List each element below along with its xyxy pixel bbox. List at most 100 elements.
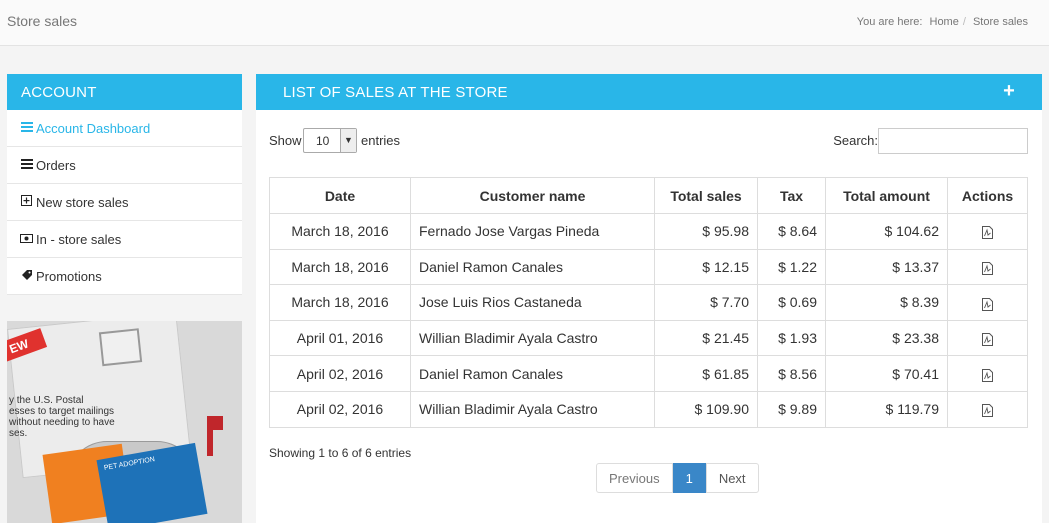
pdf-icon[interactable] — [982, 402, 993, 418]
cell-date: April 02, 2016 — [269, 355, 411, 392]
pdf-icon[interactable] — [982, 224, 993, 240]
table-row: March 18, 2016 Jose Luis Rios Castaneda … — [269, 284, 1028, 321]
cell-total-sales: $ 7.70 — [654, 284, 758, 321]
pdf-icon[interactable] — [982, 295, 993, 311]
table-header-row: Date Customer name Total sales Tax Total… — [269, 177, 1028, 214]
cell-total-amount: $ 70.41 — [825, 355, 948, 392]
sidebar-item-orders[interactable]: Orders — [7, 147, 242, 184]
column-header-tax[interactable]: Tax — [757, 177, 826, 214]
breadcrumb-prefix: You are here: — [856, 16, 923, 28]
cell-total-amount: $ 23.38 — [825, 319, 948, 357]
table-row: March 18, 2016 Fernado Jose Vargas Pined… — [269, 213, 1028, 250]
cell-total-sales: $ 21.45 — [654, 319, 758, 357]
cell-total-amount: $ 104.62 — [825, 213, 948, 250]
cell-date: April 01, 2016 — [269, 319, 411, 357]
column-header-total-amount[interactable]: Total amount — [825, 177, 948, 214]
next-page-button[interactable]: Next — [705, 463, 759, 493]
sidebar-item-account-dashboard[interactable]: Account Dashboard — [7, 110, 242, 147]
sales-list-panel: LIST OF SALES AT THE STORE + Show 10 ▼ e… — [256, 74, 1042, 523]
sidebar-item-label: In - store sales — [36, 231, 122, 247]
column-header-actions: Actions — [947, 177, 1028, 214]
column-header-total-sales[interactable]: Total sales — [654, 177, 758, 214]
cell-actions — [947, 213, 1028, 250]
table-info: Showing 1 to 6 of 6 entries — [269, 446, 412, 460]
pagination: Previous 1 Next — [596, 463, 759, 493]
table-body: March 18, 2016 Fernado Jose Vargas Pined… — [269, 213, 1028, 428]
cell-customer: Daniel Ramon Canales — [410, 248, 655, 286]
sidebar-item-label: Promotions — [36, 268, 102, 284]
breadcrumb-home-link[interactable]: Home — [930, 16, 959, 28]
top-bar: Store sales You are here: Home / Store sa… — [0, 0, 1049, 46]
table-controls: Show 10 ▼ entries Search: — [269, 128, 1028, 154]
entries-label: entries — [361, 133, 401, 148]
tag-icon — [20, 269, 33, 284]
sidebar-item-in-store-sales[interactable]: In - store sales — [7, 221, 242, 258]
page-1-button[interactable]: 1 — [672, 463, 706, 493]
promo-text: y the U.S. Postal esses to target mailin… — [9, 395, 115, 439]
list-icon — [20, 158, 33, 172]
sidebar-item-new-store-sales[interactable]: New store sales — [7, 184, 242, 221]
table-row: April 01, 2016 Willian Bladimir Ayala Ca… — [269, 319, 1028, 357]
search-input[interactable] — [878, 128, 1028, 154]
cell-total-sales: $ 95.98 — [654, 213, 758, 250]
cell-customer: Willian Bladimir Ayala Castro — [410, 390, 655, 428]
cell-date: March 18, 2016 — [269, 213, 411, 250]
page-title: Store sales — [7, 13, 78, 29]
sidebar-heading: ACCOUNT — [7, 74, 242, 110]
cell-date: March 18, 2016 — [269, 248, 411, 286]
cell-tax: $ 1.22 — [757, 248, 826, 286]
cell-actions — [947, 284, 1028, 321]
panel-heading: LIST OF SALES AT THE STORE + — [256, 74, 1042, 110]
table-row: April 02, 2016 Willian Bladimir Ayala Ca… — [269, 390, 1028, 428]
plus-icon[interactable]: + — [1003, 81, 1015, 101]
page-length-select[interactable]: 10 ▼ — [303, 128, 357, 153]
account-sidebar: ACCOUNT Account Dashboard Orders New sto… — [7, 74, 242, 295]
promo-banner-image[interactable]: EW y the U.S. Postal esses to target mai… — [7, 321, 242, 523]
cell-total-amount: $ 8.39 — [825, 284, 948, 321]
mailbox-flag-top-graphic — [207, 416, 223, 430]
page-length-value: 10 — [316, 134, 330, 148]
cell-tax: $ 1.93 — [757, 319, 826, 357]
cell-total-amount: $ 119.79 — [825, 390, 948, 428]
plus-square-icon — [20, 195, 33, 209]
table-row: March 18, 2016 Daniel Ramon Canales $ 12… — [269, 248, 1028, 286]
sidebar-item-label: Orders — [36, 157, 76, 173]
cell-actions — [947, 390, 1028, 428]
cell-customer: Jose Luis Rios Castaneda — [410, 284, 655, 321]
cell-customer: Willian Bladimir Ayala Castro — [410, 319, 655, 357]
sidebar-item-label: New store sales — [36, 194, 129, 210]
breadcrumb: You are here: Home / Store sales — [853, 16, 1028, 28]
chevron-down-icon: ▼ — [340, 129, 356, 152]
cell-total-sales: $ 61.85 — [654, 355, 758, 392]
sales-table: Date Customer name Total sales Tax Total… — [269, 177, 1028, 428]
magazine-text: PET ADOPTION — [103, 456, 156, 472]
cell-date: March 18, 2016 — [269, 284, 411, 321]
sidebar-item-label: Account Dashboard — [36, 120, 151, 136]
cell-customer: Daniel Ramon Canales — [410, 355, 655, 392]
previous-page-button[interactable]: Previous — [596, 463, 673, 493]
cell-actions — [947, 319, 1028, 357]
panel-title: LIST OF SALES AT THE STORE — [283, 84, 508, 101]
cell-tax: $ 8.64 — [757, 213, 826, 250]
breadcrumb-current: Store sales — [972, 16, 1028, 28]
sidebar-item-promotions[interactable]: Promotions — [7, 258, 242, 295]
cell-total-amount: $ 13.37 — [825, 248, 948, 286]
pdf-icon[interactable] — [982, 367, 993, 382]
column-header-date[interactable]: Date — [269, 177, 411, 214]
cell-date: April 02, 2016 — [269, 390, 411, 428]
cell-total-sales: $ 12.15 — [654, 248, 758, 286]
cell-tax: $ 9.89 — [757, 390, 826, 428]
show-label: Show — [269, 133, 302, 148]
cell-customer: Fernado Jose Vargas Pineda — [410, 213, 655, 250]
cell-total-sales: $ 109.90 — [654, 390, 758, 428]
pdf-icon[interactable] — [982, 260, 993, 275]
cell-tax: $ 0.69 — [757, 284, 826, 321]
search-label: Search: — [833, 133, 878, 148]
column-header-customer[interactable]: Customer name — [410, 177, 655, 214]
breadcrumb-separator: / — [962, 16, 966, 28]
table-row: April 02, 2016 Daniel Ramon Canales $ 61… — [269, 355, 1028, 392]
pdf-icon[interactable] — [982, 331, 993, 347]
cell-actions — [947, 355, 1028, 392]
cell-tax: $ 8.56 — [757, 355, 826, 392]
list-icon — [20, 121, 33, 135]
